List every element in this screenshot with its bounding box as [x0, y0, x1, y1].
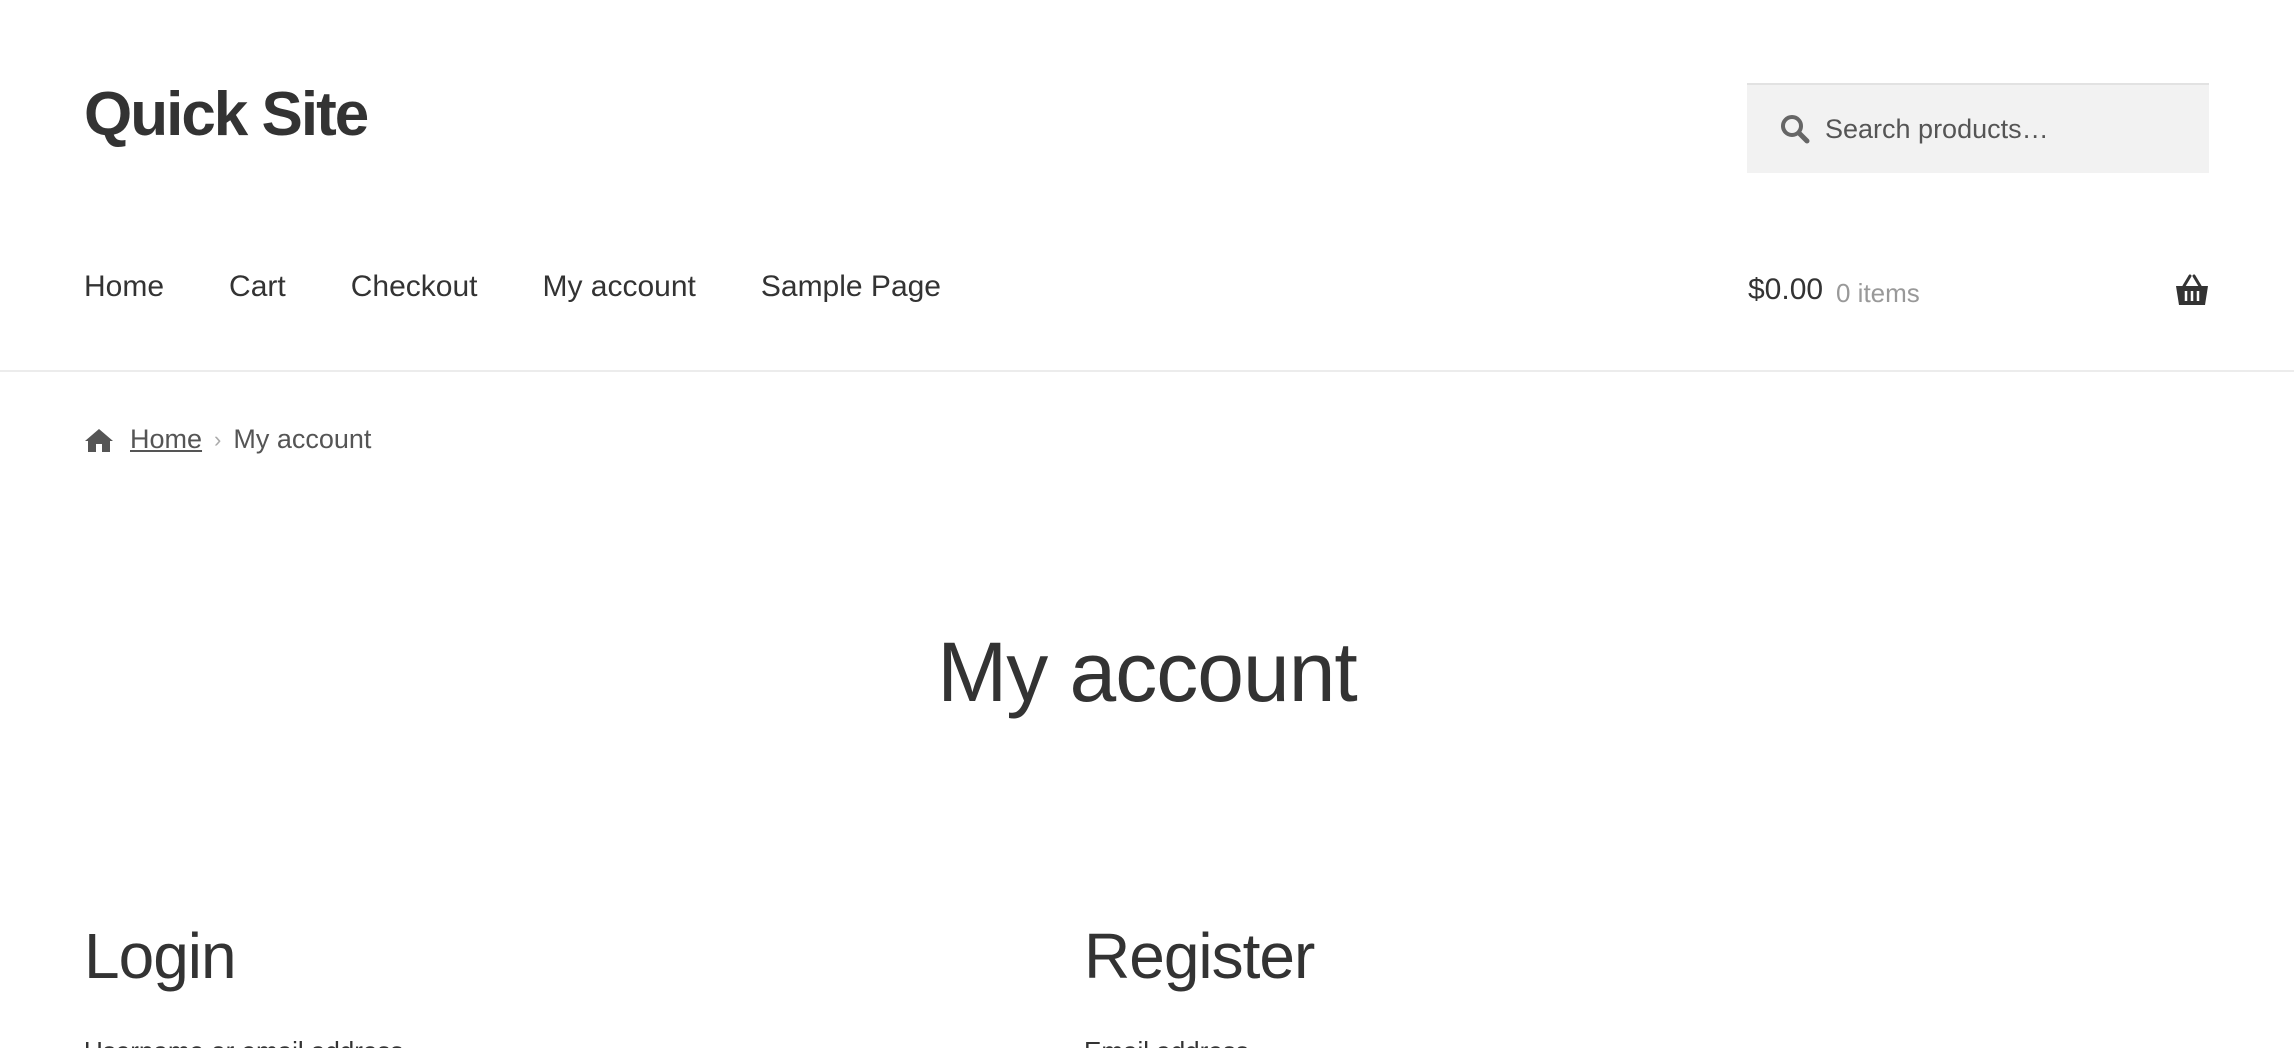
- primary-nav: Home Cart Checkout My account Sample Pag…: [84, 270, 1006, 304]
- nav-item-checkout[interactable]: Checkout: [351, 270, 478, 304]
- nav-item-sample-page[interactable]: Sample Page: [761, 270, 941, 304]
- register-email-label: Email address: [1084, 1036, 1249, 1048]
- header-divider: [0, 370, 2294, 372]
- home-icon: [85, 428, 113, 452]
- nav-item-cart[interactable]: Cart: [229, 270, 286, 304]
- cart-count[interactable]: 0 items: [1836, 278, 1920, 309]
- login-username-label: Username or email address: [84, 1036, 403, 1048]
- register-heading: Register: [1084, 920, 1315, 992]
- breadcrumb-separator: ›: [214, 426, 222, 452]
- site-title[interactable]: Quick Site: [84, 84, 369, 146]
- breadcrumb-home-link[interactable]: Home: [130, 424, 202, 455]
- search-icon: [1781, 115, 1810, 144]
- search-input[interactable]: [1823, 98, 2207, 160]
- breadcrumb: Home › My account: [84, 424, 371, 455]
- breadcrumb-current: My account: [233, 424, 372, 454]
- cart-amount[interactable]: $0.00: [1748, 273, 1823, 307]
- nav-item-home[interactable]: Home: [84, 270, 164, 304]
- nav-item-my-account[interactable]: My account: [542, 270, 695, 304]
- page-title: My account: [937, 625, 1358, 719]
- page: Quick Site Home Cart Checkout My account…: [0, 0, 2294, 1048]
- search-box[interactable]: [1747, 83, 2209, 173]
- login-heading: Login: [84, 920, 237, 992]
- basket-icon[interactable]: [2174, 274, 2210, 308]
